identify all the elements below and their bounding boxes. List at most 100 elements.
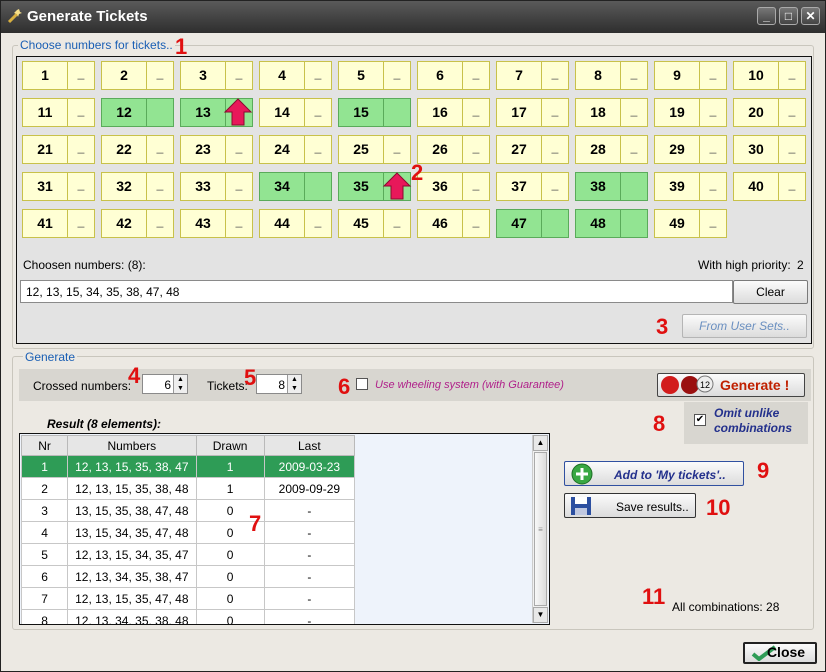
number-cell-mark[interactable]: _ (68, 99, 94, 126)
stepper-up-icon[interactable]: ▲ (173, 375, 187, 384)
number-cell-mark[interactable]: _ (305, 62, 331, 89)
number-cell-30[interactable]: 30 _ (733, 135, 806, 164)
number-cell-17[interactable]: 17 _ (496, 98, 569, 127)
chosen-numbers-field[interactable]: 12, 13, 15, 34, 35, 38, 47, 48 (20, 280, 733, 303)
number-cell-mark[interactable]: _ (68, 210, 94, 237)
number-cell-43[interactable]: 43 _ (180, 209, 253, 238)
number-cell-26[interactable]: 26 _ (417, 135, 490, 164)
number-cell-mark[interactable]: _ (384, 62, 410, 89)
number-cell-mark[interactable]: _ (779, 62, 805, 89)
number-cell-16[interactable]: 16 _ (417, 98, 490, 127)
number-cell-mark[interactable]: _ (700, 173, 726, 200)
number-cell-20[interactable]: 20 _ (733, 98, 806, 127)
tickets-stepper[interactable]: 8 ▲ ▼ (256, 374, 302, 394)
table-row[interactable]: 4 13, 15, 34, 35, 47, 48 0- (20, 521, 356, 544)
number-cell-mark[interactable]: _ (147, 136, 173, 163)
number-cell-12[interactable]: 12 (101, 98, 174, 127)
number-cell-44[interactable]: 44 _ (259, 209, 332, 238)
number-cell-mark[interactable]: _ (700, 210, 726, 237)
number-cell-1[interactable]: 1 _ (22, 61, 95, 90)
number-cell-mark[interactable]: _ (542, 136, 568, 163)
number-cell-mark[interactable]: _ (542, 173, 568, 200)
number-cell-25[interactable]: 25 _ (338, 135, 411, 164)
number-cell-mark[interactable]: _ (384, 136, 410, 163)
number-cell-mark[interactable]: _ (305, 210, 331, 237)
number-cell-mark[interactable]: _ (779, 99, 805, 126)
number-cell-mark[interactable]: _ (542, 62, 568, 89)
number-cell-mark[interactable]: _ (226, 173, 252, 200)
number-cell-10[interactable]: 10 _ (733, 61, 806, 90)
wheeling-checkbox[interactable] (356, 378, 368, 390)
number-cell-mark[interactable]: _ (463, 210, 489, 237)
number-cell-mark[interactable]: _ (226, 62, 252, 89)
number-cell-mark[interactable]: _ (779, 136, 805, 163)
number-cell-mark[interactable]: _ (779, 173, 805, 200)
results-table[interactable]: Nr Numbers Drawn Last 1 12, 13, 15, 35, 3… (19, 433, 550, 625)
number-cell-39[interactable]: 39 _ (654, 172, 727, 201)
number-cell-mark[interactable] (542, 210, 568, 237)
number-cell-22[interactable]: 22 _ (101, 135, 174, 164)
column-header-drawn[interactable]: Drawn (195, 435, 265, 456)
number-cell-mark[interactable]: _ (621, 99, 647, 126)
stepper-down-icon[interactable]: ▼ (287, 384, 301, 393)
number-cell-mark[interactable]: _ (621, 62, 647, 89)
number-cell-14[interactable]: 14 _ (259, 98, 332, 127)
maximize-button[interactable]: □ (779, 7, 798, 25)
number-cell-mark[interactable]: _ (700, 99, 726, 126)
number-cell-15[interactable]: 15 (338, 98, 411, 127)
save-results-button[interactable]: Save results.. (564, 493, 696, 518)
close-button[interactable]: Close (743, 642, 817, 664)
number-cell-mark[interactable]: _ (463, 62, 489, 89)
number-cell-36[interactable]: 36 _ (417, 172, 490, 201)
number-cell-24[interactable]: 24 _ (259, 135, 332, 164)
table-row[interactable]: 7 12, 13, 15, 35, 47, 48 0- (20, 587, 356, 610)
number-cell-47[interactable]: 47 (496, 209, 569, 238)
number-cell-mark[interactable]: _ (542, 99, 568, 126)
number-cell-33[interactable]: 33 _ (180, 172, 253, 201)
number-cell-mark[interactable]: _ (147, 210, 173, 237)
table-row[interactable]: 8 12, 13, 34, 35, 38, 48 0- (20, 609, 356, 624)
number-cell-41[interactable]: 41 _ (22, 209, 95, 238)
scroll-down-icon[interactable]: ▼ (533, 607, 548, 623)
number-cell-4[interactable]: 4 _ (259, 61, 332, 90)
number-cell-21[interactable]: 21 _ (22, 135, 95, 164)
number-cell-mark[interactable] (147, 99, 173, 126)
number-cell-48[interactable]: 48 (575, 209, 648, 238)
number-cell-mark[interactable]: _ (68, 136, 94, 163)
table-row[interactable]: 5 12, 13, 15, 34, 35, 47 0- (20, 543, 356, 566)
number-cell-31[interactable]: 31 _ (22, 172, 95, 201)
number-cell-29[interactable]: 29 _ (654, 135, 727, 164)
number-cell-37[interactable]: 37 _ (496, 172, 569, 201)
number-cell-mark[interactable]: _ (463, 99, 489, 126)
number-cell-6[interactable]: 6 _ (417, 61, 490, 90)
number-cell-40[interactable]: 40 _ (733, 172, 806, 201)
number-cell-27[interactable]: 27 _ (496, 135, 569, 164)
number-cell-mark[interactable]: _ (147, 173, 173, 200)
number-cell-18[interactable]: 18 _ (575, 98, 648, 127)
number-cell-mark[interactable] (621, 210, 647, 237)
column-header-nr[interactable]: Nr (20, 435, 69, 456)
number-cell-32[interactable]: 32 _ (101, 172, 174, 201)
scroll-up-icon[interactable]: ▲ (533, 435, 548, 451)
number-cell-mark[interactable]: _ (226, 210, 252, 237)
number-cell-19[interactable]: 19 _ (654, 98, 727, 127)
number-cell-8[interactable]: 8 _ (575, 61, 648, 90)
number-cell-28[interactable]: 28 _ (575, 135, 648, 164)
number-cell-mark[interactable]: _ (68, 62, 94, 89)
number-cell-42[interactable]: 42 _ (101, 209, 174, 238)
scroll-thumb[interactable]: ≡ (534, 452, 547, 606)
number-cell-45[interactable]: 45 _ (338, 209, 411, 238)
title-bar[interactable]: Generate Tickets _ □ ✕ (1, 1, 825, 33)
table-row[interactable]: 1 12, 13, 15, 35, 38, 47 1 2009-03-23 (20, 455, 356, 478)
number-cell-mark[interactable]: _ (147, 62, 173, 89)
number-cell-34[interactable]: 34 (259, 172, 332, 201)
window-close-button[interactable]: ✕ (801, 7, 820, 25)
stepper-down-icon[interactable]: ▼ (173, 384, 187, 393)
number-cell-mark[interactable]: _ (305, 136, 331, 163)
table-row[interactable]: 2 12, 13, 15, 35, 38, 48 1 2009-09-29 (20, 477, 356, 500)
number-cell-mark[interactable]: _ (226, 136, 252, 163)
number-cell-mark[interactable] (384, 99, 410, 126)
number-cell-mark[interactable]: _ (700, 62, 726, 89)
number-cell-9[interactable]: 9 _ (654, 61, 727, 90)
number-cell-38[interactable]: 38 (575, 172, 648, 201)
